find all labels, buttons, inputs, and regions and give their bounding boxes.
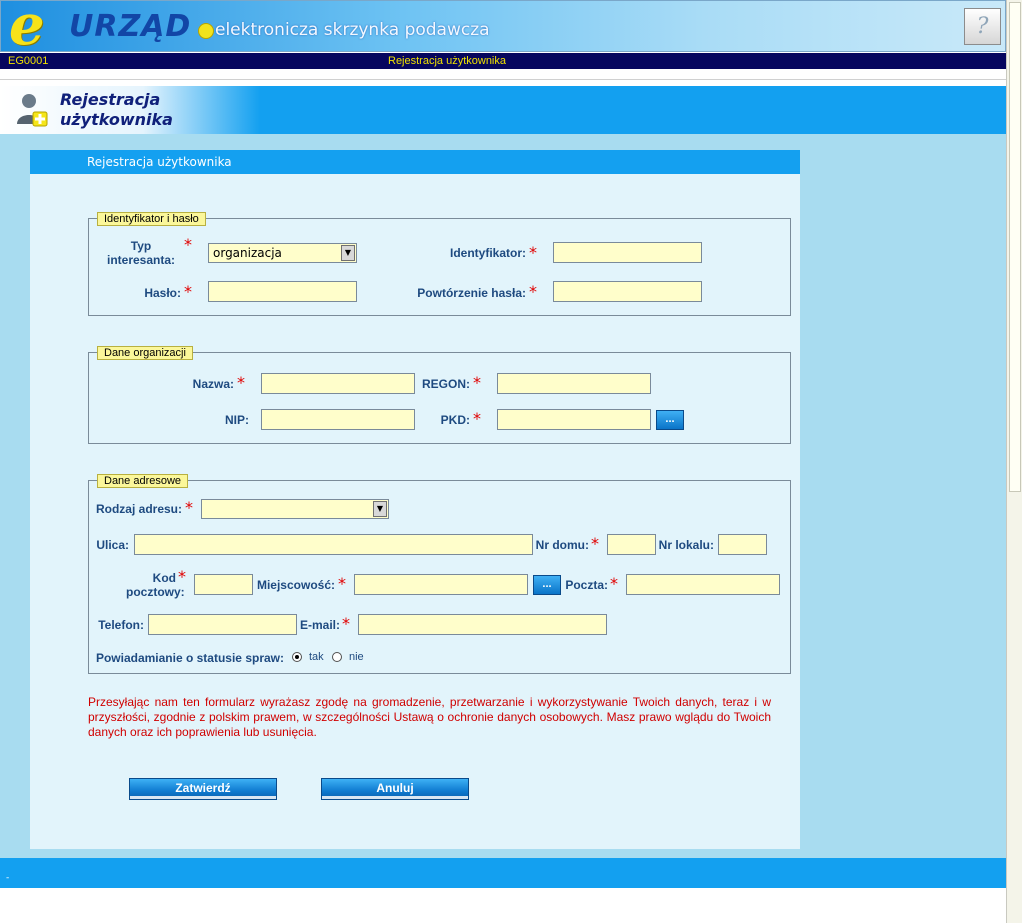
nip-input[interactable] [261,409,415,430]
status-bar: EG0001 Rejestracja użytkownika [0,53,1006,69]
required-star: * [529,243,537,262]
pkd-input[interactable] [497,409,651,430]
required-star: * [178,567,186,586]
radio-nie-label: nie [349,651,364,663]
rodzaj-adresu-select[interactable]: ▼ [201,499,389,519]
required-star: * [338,574,346,593]
vertical-scrollbar[interactable] [1006,0,1022,923]
status-title: Rejestracja użytkownika [388,55,506,67]
powiadamianie-label: Powiadamianie o statusie spraw: [95,651,284,665]
pkd-label: PKD: [440,413,470,427]
logo-dot-icon [198,23,214,39]
nazwa-label: Nazwa: [192,377,234,391]
required-star: * [342,614,350,633]
typ-interesanta-select[interactable]: organizacja ▼ [208,243,357,263]
email-input[interactable] [358,614,607,635]
nip-label: NIP: [225,413,249,427]
radio-tak-label: tak [309,651,324,663]
help-button[interactable]: ? [964,8,1001,45]
required-star: * [184,282,192,301]
divider [0,69,1006,80]
logo-e: e [9,0,45,58]
nr-domu-input[interactable] [607,534,656,555]
miejscowosc-input[interactable] [354,574,528,595]
scrollbar-thumb[interactable] [1009,2,1021,492]
page-header: Rejestracja użytkownika [0,86,1006,134]
typ-interesanta-value: organizacja [213,246,282,260]
nazwa-input[interactable] [261,373,415,394]
miejscowosc-lookup-button[interactable]: ... [533,575,561,595]
chevron-down-icon[interactable]: ▼ [373,501,387,517]
required-star: * [237,373,245,392]
add-user-icon [17,94,48,127]
kod-pocztowy-text: Kod pocztowy: [126,571,185,599]
telefon-label: Telefon: [98,618,144,632]
required-star: * [185,498,193,517]
poczta-input[interactable] [626,574,780,595]
miejscowosc-label: Miejscowość: [256,578,335,592]
nr-lokalu-input[interactable] [718,534,767,555]
page-title: Rejestracja użytkownika [60,90,173,129]
form-code: EG0001 [8,55,49,67]
required-star: * [529,282,537,301]
logo-text: URZĄD [69,9,192,44]
required-star: * [610,574,618,593]
required-star: * [591,534,599,553]
kod-pocztowy-label: Kod pocztowy: [126,571,185,599]
required-star: * [473,373,481,392]
fieldset-organization [88,352,791,444]
legend-credentials: Identyfikator i hasło [97,212,206,226]
chevron-down-icon[interactable]: ▼ [341,245,355,261]
powtorzenie-hasla-label: Powtórzenie hasła: [417,286,526,300]
telefon-input[interactable] [148,614,297,635]
password-input[interactable] [208,281,357,302]
haslo-label: Hasło: [144,286,181,300]
required-star: * [184,235,192,254]
rodzaj-adresu-label: Rodzaj adresu: [95,502,182,516]
banner-subtitle: elektronicza skrzynka podawcza [215,20,490,40]
panel-title: Rejestracja użytkownika [30,150,800,174]
poczta-label: Poczta: [565,578,608,592]
typ-interesanta-text: Typ interesanta: [106,239,176,267]
radio-nie[interactable] [332,652,342,662]
regon-input[interactable] [497,373,651,394]
nr-domu-label: Nr domu: [535,538,589,552]
bottom-area [0,888,1006,923]
top-banner: e URZĄD elektronicza skrzynka podawcza ? [0,0,1006,58]
cancel-button[interactable]: Anuluj [321,778,469,800]
legend-organization: Dane organizacji [97,346,193,360]
identyfikator-input[interactable] [553,242,702,263]
kod-pocztowy-input[interactable] [194,574,253,595]
pkd-lookup-button[interactable]: ... [656,410,684,430]
password-confirm-input[interactable] [553,281,702,302]
regon-label: REGON: [422,377,470,391]
identyfikator-label: Identyfikator: [449,246,526,260]
ulica-label: Ulica: [96,538,129,552]
consent-text: Przesyłając nam ten formularz wyrażasz z… [88,695,771,739]
email-label: E-mail: [299,618,340,632]
nr-lokalu-label: Nr lokalu: [658,538,714,552]
required-star: * [473,409,481,428]
footer-text: - [6,873,10,883]
ulica-input[interactable] [134,534,533,555]
submit-button[interactable]: Zatwierdź [129,778,277,800]
footer-bar [0,858,1006,888]
radio-tak[interactable] [292,652,302,662]
typ-interesanta-label: Typ interesanta: [100,239,182,267]
legend-address: Dane adresowe [97,474,189,488]
